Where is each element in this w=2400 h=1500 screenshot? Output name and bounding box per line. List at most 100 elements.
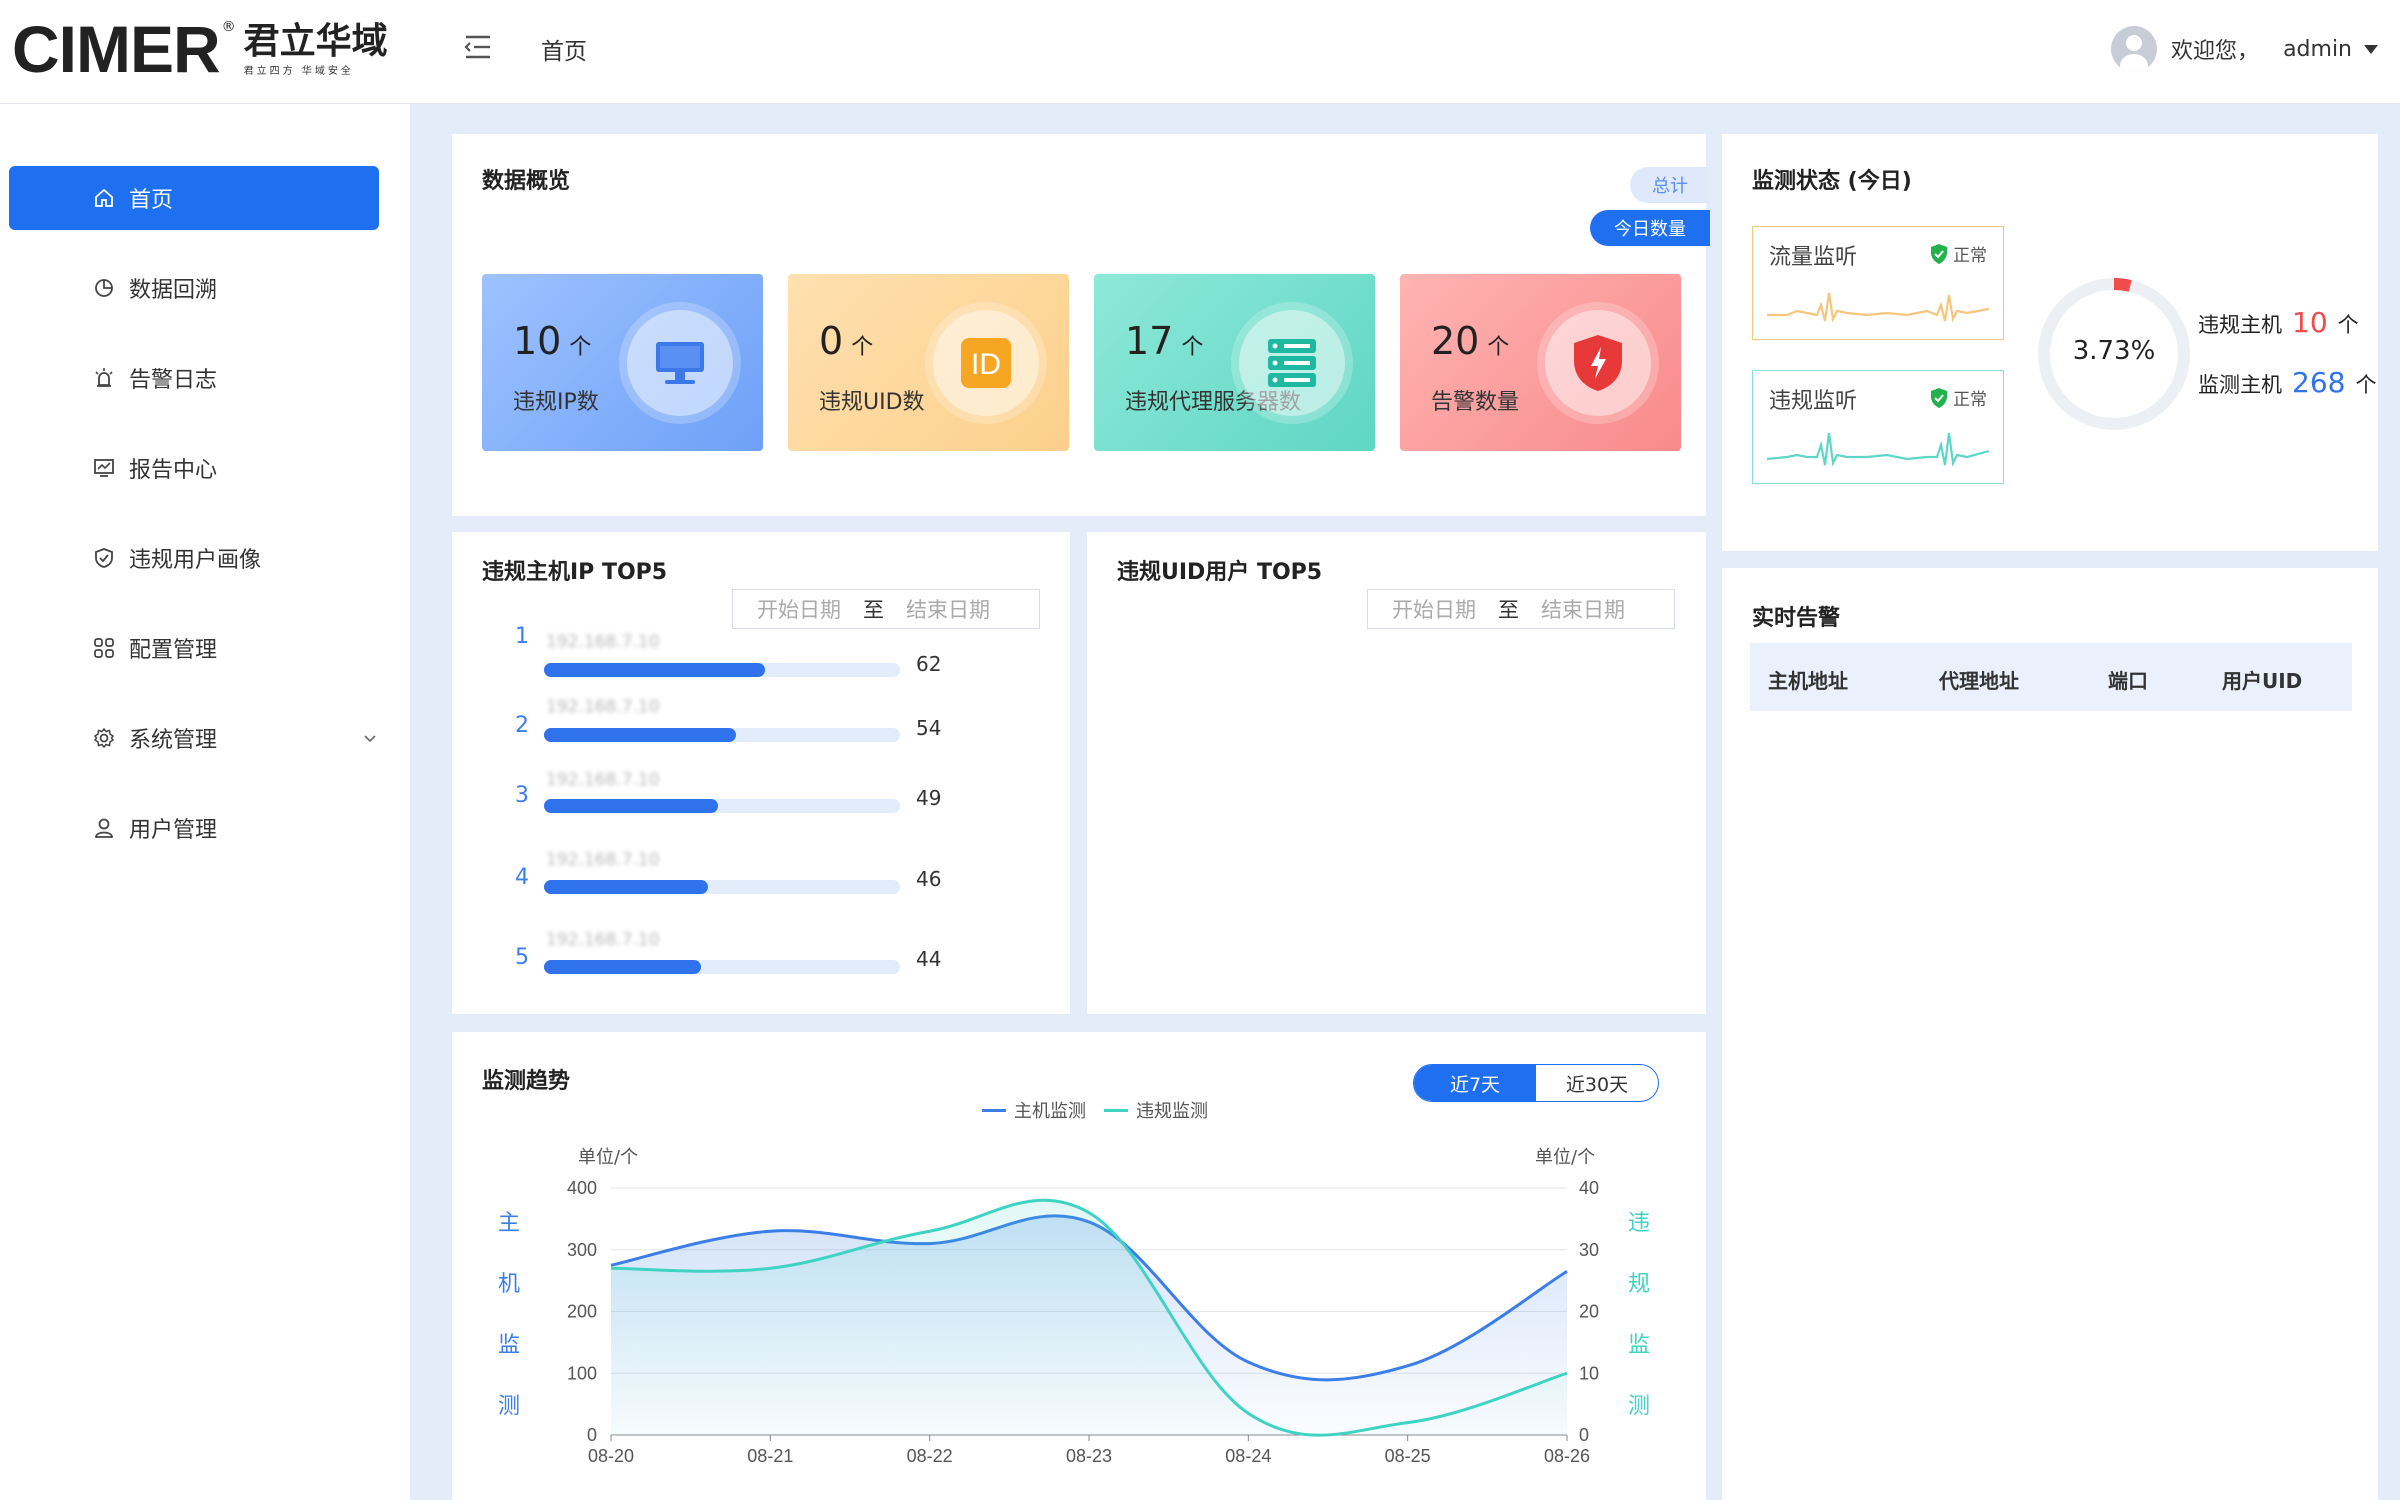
y-tick-left: 100 — [567, 1363, 597, 1383]
top-uid-date-range[interactable]: 开始日期 至 结束日期 — [1367, 589, 1675, 629]
x-tick-label: 08-23 — [1066, 1446, 1112, 1466]
violation-monitor-box[interactable]: 违规监听 正常 — [1752, 370, 2004, 484]
bar-value: 62 — [916, 652, 942, 676]
sidebar-item-config[interactable]: 配置管理 — [9, 616, 379, 680]
server-icon — [1239, 310, 1345, 416]
sidebar-item-label: 系统管理 — [129, 728, 218, 753]
stat-label: 告警数量 — [1431, 390, 1520, 415]
stat-value: 10 — [513, 319, 562, 363]
alarm-light-icon — [95, 368, 113, 387]
logo-cn-name: 君立华域 — [243, 20, 388, 62]
right-axis-title: 违 规 监 测 — [1624, 1193, 1654, 1437]
col-proxy-address[interactable]: 代理地址 — [1939, 665, 2019, 694]
sidebar-item-violation-portrait[interactable]: 违规用户画像 — [9, 526, 379, 590]
breadcrumb-home[interactable]: 首页 — [541, 32, 587, 66]
legend-swatch-host — [982, 1108, 1006, 1112]
bar-track — [544, 728, 900, 742]
end-date-input[interactable]: 结束日期 — [1541, 594, 1625, 624]
end-date-input[interactable]: 结束日期 — [906, 594, 990, 624]
range-30d-button[interactable]: 近30天 — [1536, 1065, 1658, 1101]
range-toggle: 近7天 近30天 — [1413, 1064, 1659, 1102]
pulse-wave-icon — [1767, 432, 1989, 467]
stat-unit: 个 — [2355, 373, 2377, 397]
monitor-icon — [627, 310, 733, 416]
range-7d-button[interactable]: 近7天 — [1414, 1065, 1536, 1101]
menu-collapse-icon[interactable] — [460, 30, 494, 64]
axis-char: 测 — [1627, 1394, 1650, 1419]
stat-unit: 个 — [1487, 335, 1510, 360]
violation-host-stat: 违规主机 10 个 — [2198, 306, 2359, 339]
grid-icon — [94, 638, 114, 658]
alerts-table-header: 主机地址 代理地址 端口 用户UID — [1750, 643, 2352, 711]
stat-card-violation-proxy[interactable]: 17 个 违规代理服务器数 — [1094, 274, 1375, 451]
x-tick-label: 08-24 — [1225, 1446, 1271, 1466]
sidebar-item-label: 告警日志 — [129, 368, 218, 393]
home-icon — [95, 188, 113, 207]
sidebar-item-report-center[interactable]: 报告中心 — [9, 436, 379, 500]
stat-label: 违规UID数 — [819, 390, 925, 415]
legend-label-violation[interactable]: 违规监测 — [1136, 1097, 1208, 1123]
tab-total[interactable]: 总计 — [1630, 167, 1710, 203]
col-port[interactable]: 端口 — [2108, 665, 2148, 694]
trend-line-chart[interactable]: 0 100 200 300 400 0 10 20 30 40 08-20 08-21 08-22 08-… — [540, 1170, 1620, 1470]
stat-card-violation-uid[interactable]: 0个 违规UID数 ID — [788, 274, 1069, 451]
x-tick-label: 08-26 — [1544, 1446, 1590, 1466]
x-tick-label: 08-25 — [1385, 1446, 1431, 1466]
axis-char: 规 — [1627, 1272, 1650, 1297]
col-host-address[interactable]: 主机地址 — [1768, 665, 1848, 694]
start-date-input[interactable]: 开始日期 — [757, 594, 841, 624]
sidebar-item-data-backtrack[interactable]: 数据回溯 — [9, 256, 379, 320]
sidebar-item-users[interactable]: 用户管理 — [9, 796, 379, 860]
legend-label-host[interactable]: 主机监测 — [1014, 1097, 1086, 1123]
axis-char: 监 — [497, 1333, 520, 1358]
greeting-text: 欢迎您， — [2171, 39, 2260, 64]
y-tick-right: 40 — [1579, 1178, 1599, 1198]
rank-number: 4 — [515, 865, 529, 890]
ip-address: 192.168.7.10 — [546, 632, 660, 652]
logo: CIMER ® 君立华域 君立四方 华域安全 — [12, 14, 388, 84]
sidebar-item-system[interactable]: 系统管理 — [9, 706, 379, 770]
left-axis-title: 主 机 监 测 — [494, 1193, 524, 1437]
x-tick-label: 08-21 — [747, 1446, 793, 1466]
gear-icon — [93, 727, 115, 749]
top-header: CIMER ® 君立华域 君立四方 华域安全 首页 欢迎您， admin — [0, 0, 2400, 104]
col-user-uid[interactable]: 用户UID — [2222, 665, 2302, 694]
axis-char: 主 — [497, 1211, 520, 1236]
logo-text: CIMER — [12, 12, 221, 86]
svg-text:ID: ID — [971, 348, 1001, 381]
bar-fill — [544, 799, 719, 813]
start-date-input[interactable]: 开始日期 — [1392, 594, 1476, 624]
report-monitor-icon — [94, 459, 114, 477]
alerts-title: 实时告警 — [1752, 606, 1841, 631]
stat-card-violation-ip[interactable]: 10 个 违规IP数 — [482, 274, 763, 451]
bar-fill — [544, 663, 765, 677]
rank-number: 2 — [515, 713, 529, 738]
monitor-status: 正常 — [1929, 241, 1987, 266]
bar-track — [544, 880, 900, 894]
stat-value: 17 — [1125, 319, 1174, 363]
tab-today[interactable]: 今日数量 — [1590, 210, 1710, 246]
y-tick-right: 30 — [1579, 1240, 1599, 1260]
id-icon: ID — [933, 310, 1039, 416]
top-ip-title: 违规主机IP TOP5 — [482, 560, 668, 585]
caret-down-icon[interactable] — [2364, 44, 2378, 54]
user-menu[interactable]: 欢迎您， admin — [2111, 26, 2378, 72]
monitor-box-label: 违规监听 — [1769, 389, 1858, 414]
sidebar-item-home[interactable]: 首页 — [9, 166, 379, 230]
top-uid-title: 违规UID用户 TOP5 — [1117, 560, 1323, 585]
sidebar-item-alarm-log[interactable]: 告警日志 — [9, 346, 379, 410]
traffic-monitor-box[interactable]: 流量监听 正常 — [1752, 226, 2004, 340]
date-separator: 至 — [863, 598, 884, 622]
trend-title: 监测趋势 — [482, 1069, 571, 1094]
shield-check-icon — [1931, 243, 1947, 264]
chevron-down-icon[interactable] — [361, 729, 379, 747]
stat-unit: 个 — [569, 335, 592, 360]
username[interactable]: admin — [2283, 37, 2352, 62]
stat-card-alarms[interactable]: 20 个 告警数量 — [1400, 274, 1681, 451]
bar-track — [544, 663, 900, 677]
avatar[interactable] — [2111, 26, 2158, 72]
stat-label: 违规IP数 — [513, 390, 599, 415]
top-ip-date-range[interactable]: 开始日期 至 结束日期 — [732, 589, 1040, 629]
shield-check-icon — [1931, 387, 1947, 408]
logo-registered-mark: ® — [221, 19, 236, 35]
